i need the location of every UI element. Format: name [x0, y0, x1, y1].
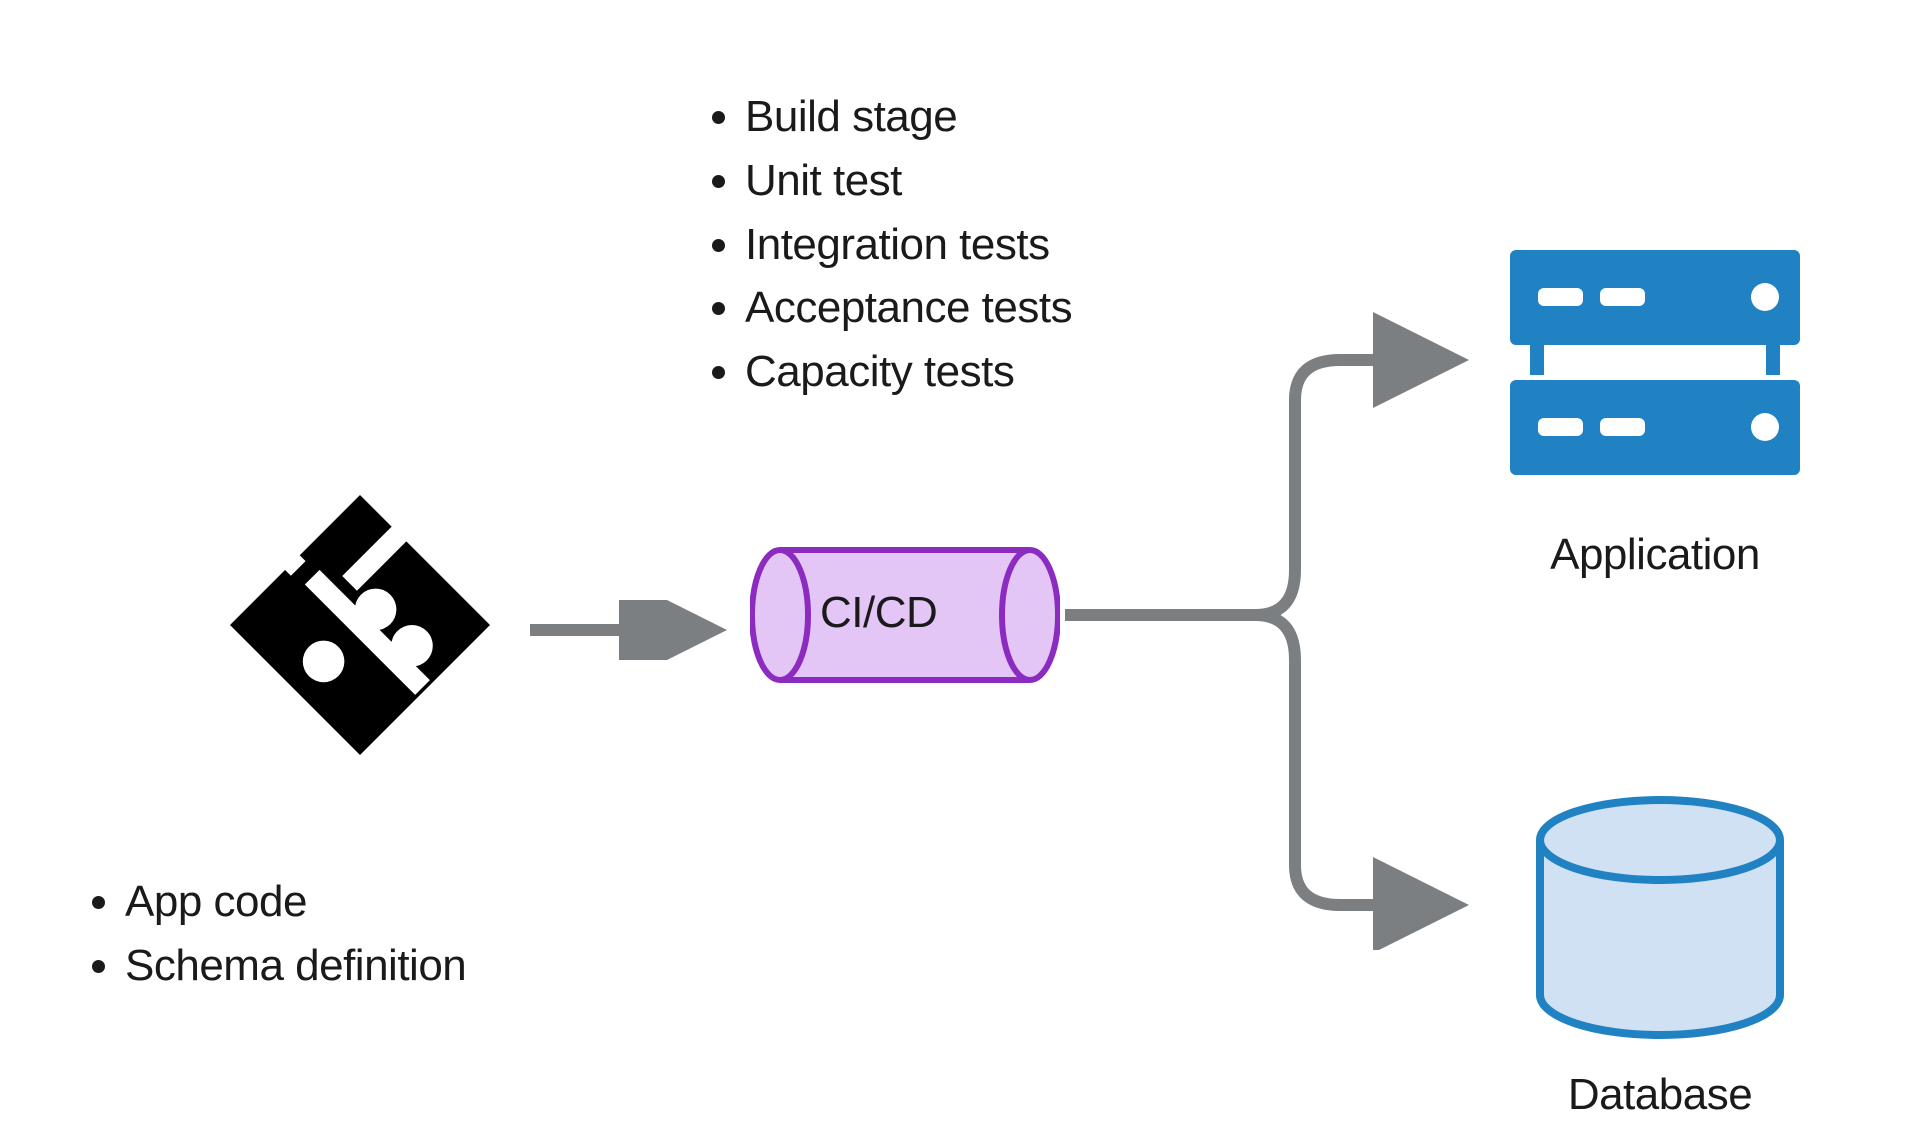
git-icon	[230, 495, 490, 760]
application-label: Application	[1490, 530, 1820, 580]
source-bullet-list: App code Schema definition	[75, 870, 645, 998]
database-icon	[1520, 790, 1800, 1055]
database-label: Database	[1500, 1070, 1820, 1120]
application-servers-icon	[1490, 240, 1820, 505]
diagram-canvas: App code Schema definition CI/CD	[0, 0, 1920, 1148]
arrow-source-to-pipeline	[530, 600, 730, 665]
list-item: Integration tests	[745, 213, 1305, 277]
list-item: Schema definition	[125, 934, 645, 998]
list-item: Unit test	[745, 149, 1305, 213]
list-item: Build stage	[745, 85, 1305, 149]
list-item: App code	[125, 870, 645, 934]
arrows-pipeline-to-targets	[1065, 310, 1485, 955]
cicd-label: CI/CD	[820, 588, 937, 638]
